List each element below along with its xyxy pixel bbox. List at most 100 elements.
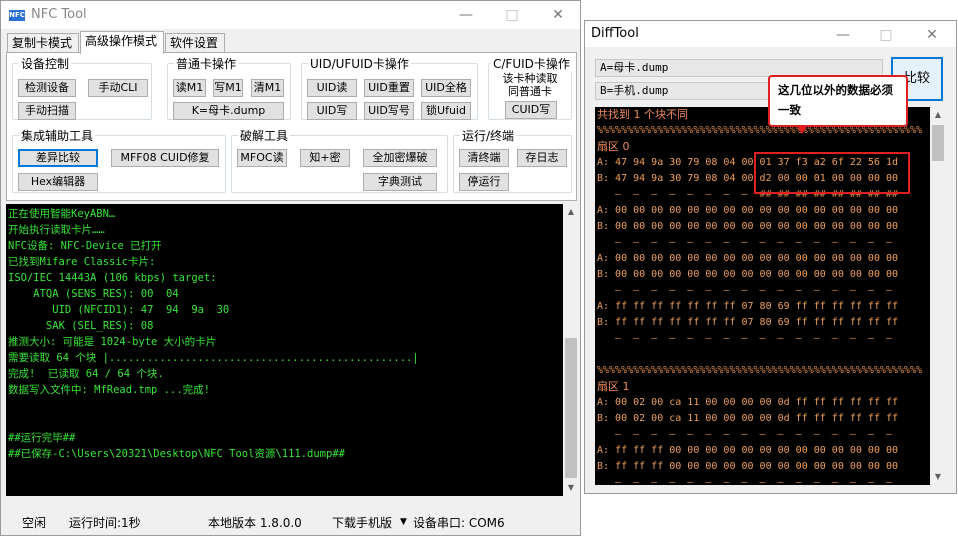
group-cfuid: C/FUID卡操作 该卡种读取 同普通卡 CUID写	[488, 55, 572, 120]
read-m1-button[interactable]: 读M1	[173, 79, 206, 97]
group-device-control: 设备控制 检测设备 手动CLI 手动扫描	[12, 55, 152, 120]
console-line: ISO/IEC 14443A (106 kbps) target:	[8, 272, 217, 284]
tab-copy-mode[interactable]: 复制卡模式	[7, 33, 79, 53]
console-line: ##运行完毕##	[8, 432, 76, 444]
diff-line: A: 00 02 00 ca 11 00 00 00 00 0d ff ff f…	[597, 397, 899, 408]
console-line: 需要读取 64 个块 |............................…	[8, 352, 419, 364]
console-line: UID (NFCID1): 47 94 9a 30	[8, 304, 230, 316]
terminal-scrollbar[interactable]: ▲ ▼	[563, 204, 579, 496]
stop-run-button[interactable]: 停运行	[459, 173, 509, 191]
diff-line: B: 00 00 00 00 00 00 00 00 00 00 00 00 0…	[597, 269, 899, 280]
status-bar: 空闲 运行时间:1秒 本地版本 1.8.0.0 下载手机版 ▼ 设备串口: CO…	[6, 510, 577, 534]
scrollbar-thumb[interactable]	[932, 125, 944, 161]
diff-line: B: ff ff ff ff ff ff ff 07 80 69 ff ff f…	[597, 317, 899, 328]
diff-line: — — — — — — — — — — — — — — — —	[597, 237, 893, 248]
console-line: 完成! 已读取 64 / 64 个块.	[8, 368, 164, 380]
key-dump-button[interactable]: K=母卡.dump	[173, 102, 284, 120]
group-title: 集成辅助工具	[19, 127, 96, 144]
diff-compare-button[interactable]: 差异比较	[18, 149, 98, 167]
diff-line: B: 00 02 00 ca 11 00 00 00 00 0d ff ff f…	[597, 413, 899, 424]
group-uid-ufuid: UID/UFUID卡操作 UID读 UID重置 UID全格 UID写 UID写号…	[301, 55, 478, 120]
dropdown-arrow-icon[interactable]: ▼	[400, 517, 407, 527]
diff-line: A: 00 00 00 00 00 00 00 00 00 00 00 00 0…	[597, 253, 899, 264]
diff-highlight-box	[754, 152, 910, 194]
status-port: 设备串口: COM6	[413, 516, 505, 530]
diff-line: B: ff ff ff 00 00 00 00 00 00 00 00 00 0…	[597, 461, 899, 472]
terminal-output[interactable]: 正在使用智能KeyABN… 开始执行读取卡片…… NFC设备: NFC-Devi…	[6, 204, 563, 496]
group-run-terminal: 运行/终端 清终端 存日志 停运行	[453, 127, 572, 193]
annotation-callout: 这几位以外的数据必须一致	[768, 75, 908, 127]
dictionary-test-button[interactable]: 字典测试	[363, 173, 437, 191]
hex-editor-button[interactable]: Hex编辑器	[18, 173, 98, 191]
known-key-button[interactable]: 知+密	[300, 149, 350, 167]
group-title: 运行/终端	[460, 127, 517, 144]
group-title: 破解工具	[238, 127, 291, 144]
uid-format-button[interactable]: UID全格	[421, 79, 471, 97]
cuid-write-button[interactable]: CUID写	[505, 101, 557, 119]
clear-terminal-button[interactable]: 清终端	[459, 149, 509, 167]
advanced-panel: 设备控制 检测设备 手动CLI 手动扫描 普通卡操作 读M1 写M1 清M1 K…	[6, 52, 577, 201]
scrollbar-thumb[interactable]	[565, 338, 577, 478]
diff-header-line: 扇区 1	[597, 380, 630, 393]
diff-line: B: 00 00 00 00 00 00 00 00 00 00 00 00 0…	[597, 221, 899, 232]
status-version: 本地版本 1.8.0.0	[208, 516, 302, 530]
write-m1-button[interactable]: 写M1	[213, 79, 243, 97]
console-line: 正在使用智能KeyABN…	[8, 208, 116, 220]
group-title: C/FUID卡操作	[491, 55, 572, 72]
cfuid-note-line2: 同普通卡	[508, 85, 552, 98]
diff-line: A: 00 00 00 00 00 00 00 00 00 00 00 00 0…	[597, 205, 899, 216]
console-line: 推测大小: 可能是 1024-byte 大小的卡片	[8, 336, 217, 348]
save-log-button[interactable]: 存日志	[517, 149, 567, 167]
uid-read-button[interactable]: UID读	[307, 79, 357, 97]
diff-line: — — — — — — — — — — — — — — — —	[597, 333, 893, 344]
full-encrypt-brute-button[interactable]: 全加密爆破	[363, 149, 437, 167]
console-line: SAK (SEL_RES): 08	[8, 320, 154, 332]
tab-settings[interactable]: 软件设置	[165, 33, 225, 53]
scroll-down-icon[interactable]: ▼	[930, 469, 946, 485]
diff-line: — — — — — — — — — — — — — — — —	[597, 285, 893, 296]
mfoc-read-button[interactable]: MFOC读	[237, 149, 287, 167]
nfc-tool-window: NFC NFC Tool — □ ✕ 复制卡模式 高级操作模式 软件设置 设备控…	[0, 0, 581, 536]
console-line: ATQA (SENS_RES): 00 04	[8, 288, 179, 300]
mff08-cuid-repair-button[interactable]: MFF08 CUID修复	[111, 149, 219, 167]
nfc-window-title: NFC Tool	[31, 7, 87, 22]
group-integrated-tools: 集成辅助工具 差异比较 MFF08 CUID修复 Hex编辑器	[12, 127, 226, 193]
console-line: 开始执行读取卡片……	[8, 224, 105, 236]
uid-reset-button[interactable]: UID重置	[364, 79, 414, 97]
diff-line: — — — — — — — — — — — — — — — —	[597, 477, 893, 485]
manual-cli-button[interactable]: 手动CLI	[88, 79, 148, 97]
difftool-window-title: DiffTool	[591, 26, 639, 41]
group-title: 设备控制	[19, 55, 72, 72]
group-title: UID/UFUID卡操作	[308, 55, 411, 72]
close-icon[interactable]: ✕	[544, 4, 572, 26]
diff-line: — — — — — — — — — — — — — — — —	[597, 429, 893, 440]
scroll-down-icon[interactable]: ▼	[563, 480, 579, 496]
minimize-icon[interactable]: —	[829, 24, 857, 46]
uid-write-number-button[interactable]: UID写号	[364, 102, 414, 120]
download-mobile-link[interactable]: 下载手机版	[332, 514, 392, 531]
maximize-icon[interactable]: □	[872, 24, 900, 46]
maximize-icon[interactable]: □	[498, 4, 526, 26]
lock-ufuid-button[interactable]: 锁Ufuid	[421, 102, 471, 120]
cfuid-note-line1: 该卡种读取	[502, 72, 558, 85]
manual-scan-button[interactable]: 手动扫描	[18, 102, 76, 120]
group-title: 普通卡操作	[174, 55, 239, 72]
minimize-icon[interactable]: —	[452, 4, 480, 26]
difftool-titlebar: DiffTool — □ ✕	[585, 21, 956, 47]
nfc-titlebar: NFC NFC Tool — □ ✕	[1, 1, 580, 29]
status-runtime: 运行时间:1秒	[69, 516, 141, 530]
tab-advanced-mode[interactable]: 高级操作模式	[80, 31, 164, 54]
callout-pointer	[796, 125, 808, 134]
uid-write-button[interactable]: UID写	[307, 102, 357, 120]
scroll-up-icon[interactable]: ▲	[930, 107, 946, 123]
clear-m1-button[interactable]: 清M1	[251, 79, 284, 97]
diff-line: A: ff ff ff ff ff ff ff 07 80 69 ff ff f…	[597, 301, 899, 312]
group-crack-tools: 破解工具 MFOC读 知+密 全加密爆破 字典测试	[231, 127, 448, 193]
close-icon[interactable]: ✕	[918, 24, 946, 46]
group-normal-card: 普通卡操作 读M1 写M1 清M1 K=母卡.dump	[167, 55, 291, 120]
detect-device-button[interactable]: 检测设备	[18, 79, 76, 97]
diff-scrollbar[interactable]: ▲ ▼	[930, 107, 946, 485]
scroll-up-icon[interactable]: ▲	[563, 204, 579, 220]
